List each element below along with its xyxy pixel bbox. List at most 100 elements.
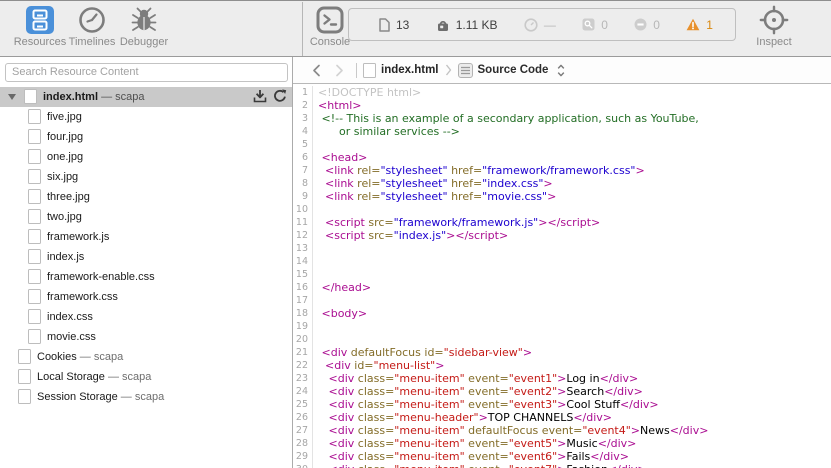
code-text: <head>	[313, 151, 367, 164]
file-label: index.js	[47, 251, 84, 263]
tree-row-file[interactable]: framework.js	[0, 227, 292, 247]
line-number: 26	[293, 411, 313, 424]
code-line: 12 <script src="index.js"></script>	[293, 229, 831, 242]
error-icon	[634, 18, 647, 31]
code-line: 14	[293, 255, 831, 268]
code-line: 28 <div class="menu-item" event="event5"…	[293, 437, 831, 450]
code-text: </head>	[313, 281, 371, 294]
line-number: 15	[293, 268, 313, 281]
file-icon	[28, 309, 41, 324]
tree-row-file[interactable]: framework-enable.css	[0, 267, 292, 287]
line-number: 9	[293, 190, 313, 203]
code-line: 15	[293, 268, 831, 281]
clock-icon	[524, 18, 538, 32]
code-line: 21 <div defaultFocus id="sidebar-view">	[293, 346, 831, 359]
code-line: 24 <div class="menu-item" event="event2"…	[293, 385, 831, 398]
file-icon	[28, 209, 41, 224]
code-text: <body>	[313, 307, 367, 320]
code-line: 4 or similar services -->	[293, 125, 831, 138]
tree-row-file[interactable]: five.jpg	[0, 107, 292, 127]
code-text: <div class="menu-item" event="event5">Mu…	[313, 437, 636, 450]
line-number: 14	[293, 255, 313, 268]
code-line: 25 <div class="menu-item" event="event3"…	[293, 398, 831, 411]
code-text	[313, 138, 318, 151]
disclosure-triangle-icon[interactable]	[8, 94, 16, 100]
inspect-button[interactable]: Inspect	[742, 4, 806, 48]
search-input[interactable]	[5, 63, 288, 82]
debugger-tab-button[interactable]: Debugger	[112, 4, 176, 48]
code-line: 9 <link rel="stylesheet" href="movie.css…	[293, 190, 831, 203]
tree-row-file[interactable]: index.js	[0, 247, 292, 267]
line-number: 20	[293, 333, 313, 346]
storage-origin: — scapa	[77, 351, 123, 363]
code-text: <link rel="stylesheet" href="framework/f…	[313, 164, 645, 177]
line-number: 10	[293, 203, 313, 216]
file-label: framework.css	[47, 291, 118, 303]
view-mode-label: Source Code	[478, 64, 549, 76]
activity-dashboard: 13 1.11 KB —	[348, 8, 736, 41]
tree-row-file[interactable]: index.css	[0, 307, 292, 327]
tree-row-session-storage[interactable]: Session Storage — scapa	[0, 387, 292, 407]
errors-stat[interactable]: 0	[634, 18, 660, 32]
view-mode-selector[interactable]: Source Code	[458, 63, 566, 78]
storage-icon	[18, 349, 31, 364]
line-number: 19	[293, 320, 313, 333]
code-text: or similar services -->	[313, 125, 460, 138]
tree-row-file[interactable]: six.jpg	[0, 167, 292, 187]
file-icon	[28, 329, 41, 344]
tree-row-file[interactable]: movie.css	[0, 327, 292, 347]
line-number: 6	[293, 151, 313, 164]
resource-origin: — scapa	[98, 91, 144, 103]
tree-row-file[interactable]: four.jpg	[0, 127, 292, 147]
resource-count-stat[interactable]: 13	[379, 18, 409, 32]
file-icon	[28, 169, 41, 184]
toolbar: Resources Timelines	[0, 1, 831, 57]
logs-stat[interactable]: 0	[582, 18, 608, 32]
code-text: <link rel="stylesheet" href="movie.css">	[313, 190, 556, 203]
tree-row-cookies[interactable]: Cookies — scapa	[0, 347, 292, 367]
resource-tree: index.html — scapa	[0, 87, 292, 407]
code-line: 8 <link rel="stylesheet" href="index.css…	[293, 177, 831, 190]
code-line: 10	[293, 203, 831, 216]
line-number: 8	[293, 177, 313, 190]
document-icon	[24, 89, 37, 104]
file-label: movie.css	[47, 331, 96, 343]
code-line: 5	[293, 138, 831, 151]
debugger-label: Debugger	[112, 36, 176, 48]
breadcrumb-file[interactable]: index.html	[363, 63, 439, 78]
back-button[interactable]	[307, 64, 325, 77]
tree-row-file[interactable]: three.jpg	[0, 187, 292, 207]
line-number: 11	[293, 216, 313, 229]
source-code-editor: 1<!DOCTYPE html>2<html>3 <!-- This is an…	[293, 84, 831, 468]
main-split: index.html — scapa	[0, 57, 831, 468]
line-number: 13	[293, 242, 313, 255]
file-icon	[28, 129, 41, 144]
file-label: one.jpg	[47, 151, 83, 163]
tree-row-file[interactable]: framework.css	[0, 287, 292, 307]
warnings-stat[interactable]: 1	[686, 18, 713, 32]
line-number: 22	[293, 359, 313, 372]
code-text: <script src="index.js"></script>	[313, 229, 508, 242]
code-text: <div class="menu-item" event="event3">Co…	[313, 398, 659, 411]
tree-row-file[interactable]: one.jpg	[0, 147, 292, 167]
breadcrumb-file-name: index.html	[381, 64, 439, 76]
line-number: 5	[293, 138, 313, 151]
storage-name: Session Storage	[37, 391, 118, 403]
reload-resource-button[interactable]	[272, 89, 287, 104]
line-number: 4	[293, 125, 313, 138]
download-icon	[253, 89, 267, 103]
forward-button[interactable]	[330, 64, 348, 77]
line-number: 30	[293, 463, 313, 468]
inspect-crosshair-icon	[742, 4, 806, 35]
download-resource-button[interactable]	[252, 89, 267, 104]
document-icon	[363, 63, 376, 78]
code-line: 17	[293, 294, 831, 307]
code-text	[313, 255, 318, 268]
file-label: six.jpg	[47, 171, 78, 183]
file-icon	[28, 109, 41, 124]
code-line: 11 <script src="framework/framework.js">…	[293, 216, 831, 229]
tree-row-index-html[interactable]: index.html — scapa	[0, 87, 292, 107]
code-text	[313, 242, 318, 255]
tree-row-local-storage[interactable]: Local Storage — scapa	[0, 367, 292, 387]
tree-row-file[interactable]: two.jpg	[0, 207, 292, 227]
